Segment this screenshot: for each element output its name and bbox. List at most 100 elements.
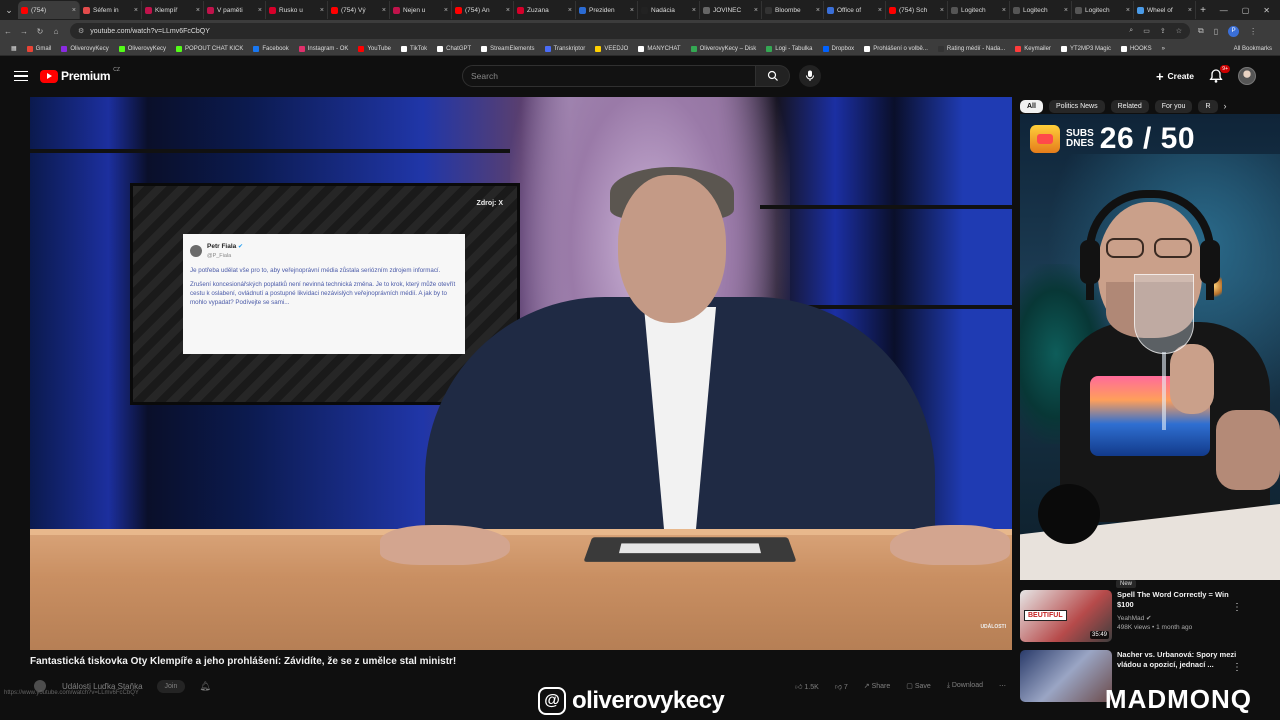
bookmark-item[interactable]: HOOKS xyxy=(1116,45,1157,52)
url-field[interactable]: ⚙ youtube.com/watch?v=LLmv6FcCbQY ⌕ ▭ ⇪ … xyxy=(70,23,1190,39)
chip-more[interactable]: R xyxy=(1198,99,1218,113)
video-thumbnail[interactable]: BEUTIFUL 35:49 xyxy=(1020,590,1112,642)
tab-close-icon[interactable]: × xyxy=(506,7,510,14)
site-info-icon[interactable]: ⚙ xyxy=(78,27,84,35)
bookmark-item[interactable]: YouTube xyxy=(353,45,396,52)
recommendation-channel[interactable]: YeahMad ✔ xyxy=(1117,614,1245,622)
browser-tab[interactable]: Office of × xyxy=(824,1,886,19)
recommendation-item[interactable]: BEUTIFUL 35:49 New Spell The Word Correc… xyxy=(1020,580,1280,650)
search-button[interactable] xyxy=(756,65,790,87)
bookmark-item[interactable]: Transkriptor xyxy=(540,45,591,52)
browser-tab[interactable]: V paměti × xyxy=(204,1,266,19)
chip-for-you[interactable]: For you xyxy=(1154,99,1193,113)
browser-tab[interactable]: Nadácia × xyxy=(638,1,700,19)
bookmark-item[interactable]: Instagram - OK xyxy=(294,45,354,52)
tab-search-icon[interactable]: ⌄ xyxy=(0,0,18,20)
browser-tab[interactable]: (754) Sch × xyxy=(886,1,948,19)
chips-next-icon[interactable]: › xyxy=(1224,101,1227,111)
video-thumbnail[interactable] xyxy=(1020,650,1112,702)
profile-avatar[interactable]: P xyxy=(1228,25,1240,37)
tab-close-icon[interactable]: × xyxy=(134,7,138,14)
back-icon[interactable]: ← xyxy=(0,27,16,36)
bookmark-item[interactable]: VEEDJO xyxy=(590,45,633,52)
browser-tab[interactable]: Logitech × xyxy=(1010,1,1072,19)
download-button[interactable]: ⤓ Download xyxy=(947,682,983,691)
voice-search-button[interactable] xyxy=(799,65,821,87)
tab-close-icon[interactable]: × xyxy=(630,7,634,14)
notifications-button[interactable]: 9+ xyxy=(1208,65,1230,84)
bookmark-item[interactable]: TikTok xyxy=(396,45,432,52)
reload-icon[interactable]: ↻ xyxy=(32,27,48,36)
close-window-icon[interactable]: ✕ xyxy=(1263,6,1270,15)
tab-close-icon[interactable]: × xyxy=(1188,7,1192,14)
browser-tab[interactable]: Wheel of × xyxy=(1134,1,1196,19)
browser-tab[interactable]: Bloombe × xyxy=(762,1,824,19)
share-icon[interactable]: ⇪ xyxy=(1160,27,1166,35)
all-bookmarks-button[interactable]: All Bookmarks xyxy=(1234,46,1280,52)
browser-tab[interactable]: Klempíř × xyxy=(142,1,204,19)
browser-tab[interactable]: (754) × xyxy=(18,1,80,19)
bookmark-item[interactable]: Gmail xyxy=(22,45,57,52)
chip-all[interactable]: All xyxy=(1020,99,1043,113)
browser-tab[interactable]: (754) Vý × xyxy=(328,1,390,19)
bookmark-item[interactable]: Prohlášení o volbě... xyxy=(859,45,933,52)
bookmark-item[interactable]: POPOUT CHAT KICK xyxy=(171,45,248,52)
bookmark-item[interactable]: MANYCHAT xyxy=(633,45,685,52)
bookmark-item[interactable]: Keymailer xyxy=(1010,45,1056,52)
bookmark-item[interactable]: Rating médií - Nada... xyxy=(933,45,1010,52)
bookmark-item[interactable]: OliverovyKecy xyxy=(56,45,113,52)
save-button[interactable]: ▢ Save xyxy=(906,682,931,691)
tab-close-icon[interactable]: × xyxy=(692,7,696,14)
bookmark-item[interactable]: Facebook xyxy=(248,45,293,52)
bookmark-item[interactable]: Logi - Tabulka xyxy=(761,45,817,52)
browser-tab[interactable]: Preziden × xyxy=(576,1,638,19)
minimize-icon[interactable]: — xyxy=(1220,6,1228,15)
cast-icon[interactable]: ▭ xyxy=(1143,27,1150,35)
apps-grid-icon[interactable]: ▦ xyxy=(6,45,22,52)
tab-close-icon[interactable]: × xyxy=(258,7,262,14)
chip-politics-news[interactable]: Politics News xyxy=(1048,99,1105,113)
browser-tab[interactable]: (754) An × xyxy=(452,1,514,19)
tab-close-icon[interactable]: × xyxy=(196,7,200,14)
tab-close-icon[interactable]: × xyxy=(72,7,76,14)
bookmarks-overflow-icon[interactable]: » xyxy=(1157,46,1170,52)
forward-icon[interactable]: → xyxy=(16,27,32,36)
maximize-icon[interactable]: ▢ xyxy=(1242,6,1250,15)
tab-close-icon[interactable]: × xyxy=(320,7,324,14)
recommendation-title[interactable]: Spell The Word Correctly = Win $100 xyxy=(1117,590,1245,610)
tab-close-icon[interactable]: × xyxy=(1126,7,1130,14)
browser-tab[interactable]: Zuzana × xyxy=(514,1,576,19)
tab-close-icon[interactable]: × xyxy=(1064,7,1068,14)
new-tab-button[interactable]: + xyxy=(1196,5,1210,16)
browser-tab[interactable]: Rusko u × xyxy=(266,1,328,19)
share-button[interactable]: ↗ Share xyxy=(864,682,891,691)
like-button[interactable]: 👍︎ 1.5K xyxy=(795,682,819,691)
account-avatar[interactable] xyxy=(1238,67,1256,85)
bookmark-star-icon[interactable]: ☆ xyxy=(1176,27,1182,35)
tab-close-icon[interactable]: × xyxy=(1002,7,1006,14)
dislike-button[interactable]: 👎︎ 7 xyxy=(835,682,848,691)
recommendation-title[interactable]: Nacher vs. Urbanová: Spory mezi vládou a… xyxy=(1117,650,1245,670)
chip-related[interactable]: Related xyxy=(1110,99,1149,113)
search-input[interactable] xyxy=(462,65,756,87)
create-button[interactable]: + Create xyxy=(1156,69,1194,84)
bookmark-item[interactable]: Dropbox xyxy=(818,45,860,52)
tab-close-icon[interactable]: × xyxy=(940,7,944,14)
browser-tab[interactable]: Nejen u × xyxy=(390,1,452,19)
tab-close-icon[interactable]: × xyxy=(444,7,448,14)
bookmark-item[interactable]: OliverovyKecy – Disk xyxy=(686,45,762,52)
home-icon[interactable]: ⌂ xyxy=(48,27,64,36)
subscribe-bell-icon[interactable]: 🔔︎ xyxy=(199,681,210,692)
hamburger-menu-icon[interactable] xyxy=(14,70,28,82)
browser-tab[interactable]: Šéfem in × xyxy=(80,1,142,19)
sidebar-icon[interactable]: ▯ xyxy=(1214,27,1218,36)
more-options-icon[interactable]: ⋮ xyxy=(1232,662,1242,673)
bookmark-item[interactable]: YT2MP3 Magic xyxy=(1056,45,1116,52)
tab-close-icon[interactable]: × xyxy=(878,7,882,14)
bookmark-item[interactable]: StreamElements xyxy=(476,45,539,52)
browser-tab[interactable]: Logitech × xyxy=(948,1,1010,19)
menu-dots-icon[interactable]: ⋮ xyxy=(1249,27,1257,36)
tab-close-icon[interactable]: × xyxy=(568,7,572,14)
bookmark-item[interactable]: OliverovyKecy xyxy=(114,45,171,52)
browser-tab[interactable]: Logitech × xyxy=(1072,1,1134,19)
